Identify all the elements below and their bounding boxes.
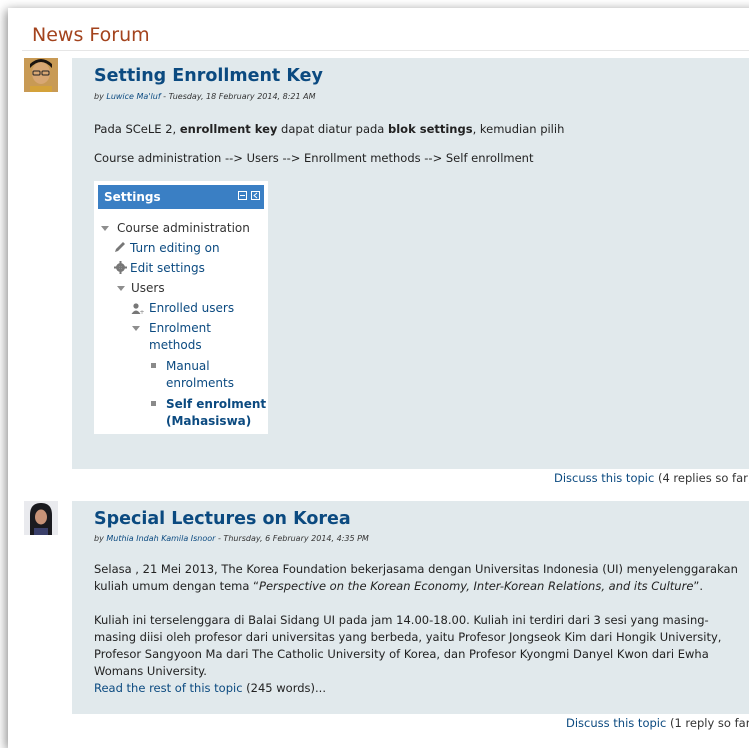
collapse-icon[interactable]: [238, 191, 247, 200]
bullet-icon: [151, 363, 156, 368]
discuss-topic-link[interactable]: Discuss this topic: [566, 716, 666, 730]
post-subject[interactable]: Setting Enrollment Key: [94, 66, 323, 86]
settings-title: Settings: [104, 190, 161, 204]
settings-block-image: Settings Course administration Turn edit…: [94, 181, 268, 434]
author-link[interactable]: Luwice Ma'luf: [106, 92, 160, 101]
tree-turn-editing-on[interactable]: Turn editing on: [130, 240, 220, 257]
tree-manual-enrolments-cont[interactable]: enrolments: [166, 375, 234, 392]
enrolled-users-icon: +: [131, 303, 145, 315]
dock-icon[interactable]: [251, 191, 260, 200]
author-avatar[interactable]: [24, 501, 58, 535]
post-body-paragraph: Pada SCeLE 2, enrollment key dapat diatu…: [94, 122, 565, 136]
expanded-arrow-icon[interactable]: [132, 326, 140, 331]
tree-course-administration[interactable]: Course administration: [117, 220, 250, 237]
bullet-icon: [151, 401, 156, 406]
forum-title: News Forum: [32, 24, 150, 46]
post-footer: Discuss this topic (1 reply so far): [566, 716, 749, 730]
read-more-link[interactable]: Read the rest of this topic: [94, 681, 243, 695]
post-footer: Discuss this topic (4 replies so far): [554, 471, 749, 485]
author-link[interactable]: Muthia Indah Kamila Isnoor: [106, 534, 215, 543]
tree-self-enrolment[interactable]: Self enrolment: [166, 396, 266, 413]
expanded-arrow-icon[interactable]: [117, 286, 125, 291]
tree-edit-settings[interactable]: Edit settings: [130, 260, 205, 277]
tree-enrolment-methods-cont[interactable]: methods: [149, 337, 202, 354]
post-body-paragraph: Course administration --> Users --> Enro…: [94, 151, 534, 165]
tree-users[interactable]: Users: [131, 280, 165, 297]
gear-icon: [114, 261, 127, 274]
settings-header: Settings: [98, 185, 264, 209]
svg-text:+: +: [140, 309, 145, 315]
post-body-paragraph: Kuliah ini terselenggara di Balai Sidang…: [94, 613, 722, 695]
tree-manual-enrolments[interactable]: Manual: [166, 358, 210, 375]
post-subject[interactable]: Special Lectures on Korea: [94, 509, 351, 529]
tree-enrolled-users[interactable]: Enrolled users: [149, 300, 234, 317]
tree-enrolment-methods[interactable]: Enrolment: [149, 320, 211, 337]
tree-self-enrolment-cont[interactable]: (Mahasiswa): [166, 413, 251, 430]
expanded-arrow-icon[interactable]: [101, 226, 109, 231]
author-avatar[interactable]: [24, 58, 58, 92]
post-body-paragraph: Selasa , 21 Mei 2013, The Korea Foundati…: [94, 562, 738, 593]
pencil-icon: [115, 242, 125, 252]
title-divider: [22, 50, 749, 51]
post-byline: by Luwice Ma'luf - Tuesday, 18 February …: [94, 92, 316, 101]
discuss-topic-link[interactable]: Discuss this topic: [554, 471, 654, 485]
post-byline: by Muthia Indah Kamila Isnoor - Thursday…: [94, 534, 369, 543]
